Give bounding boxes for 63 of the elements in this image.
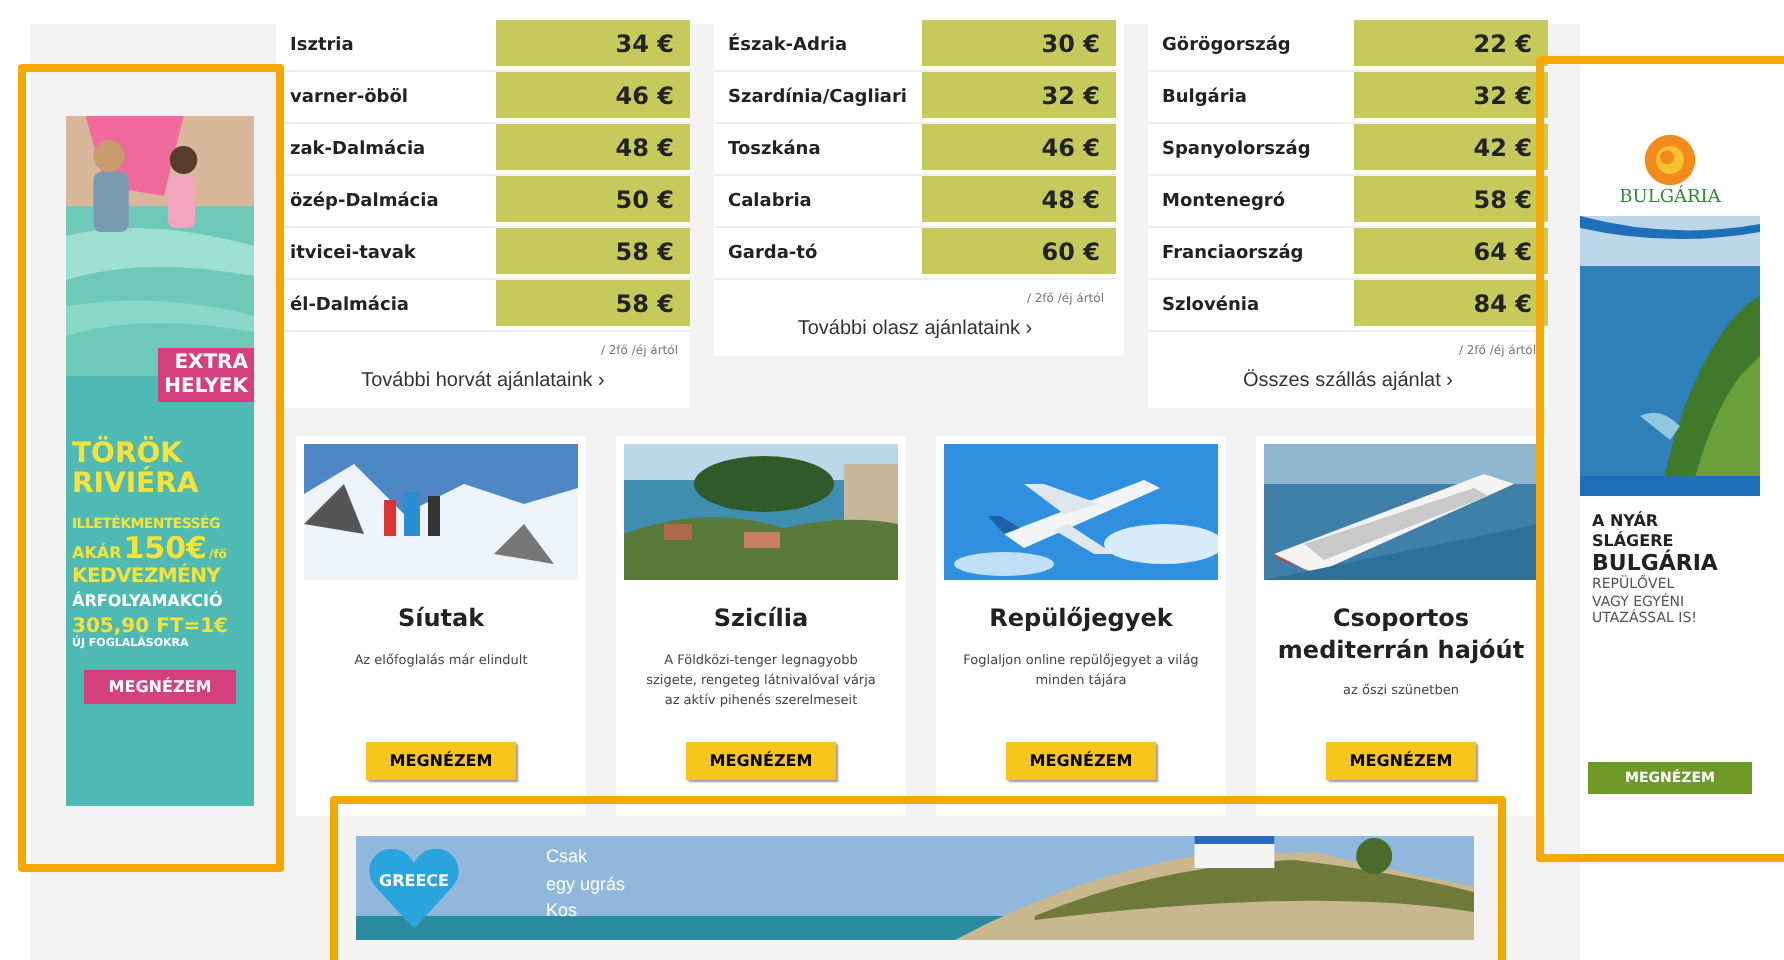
region-label[interactable]: Szardínia/Cagliari — [714, 72, 922, 122]
ad-text: A NYÁR — [1592, 512, 1661, 531]
region-label[interactable]: Spanyolország — [1148, 124, 1354, 174]
badge-text: GREECE — [379, 871, 449, 889]
card-title: Csoportos mediterrán hajóút — [1275, 604, 1527, 667]
region-label[interactable]: Isztria — [276, 20, 496, 70]
sun-icon — [1642, 132, 1698, 188]
price-cell: 50 € — [496, 176, 690, 226]
ad-headline: RIVIÉRA — [72, 470, 201, 502]
ad-tag-text: EXTRA — [174, 352, 248, 375]
banner-text: egy ugrás — [546, 871, 626, 898]
price-cell: 34 € — [496, 20, 690, 70]
region-label[interactable]: itvicei-tavak — [276, 228, 496, 278]
region-label[interactable]: Észak-Adria — [714, 20, 922, 70]
region-label[interactable]: Calabria — [714, 176, 922, 226]
card-title: Síutak — [397, 604, 485, 636]
price-cell: 30 € — [922, 20, 1116, 70]
region-label[interactable]: zak-Dalmácia — [276, 124, 496, 174]
more-offers-link[interactable]: Összes szállás ajánlat › — [1242, 370, 1454, 392]
price-cell: 60 € — [922, 228, 1116, 278]
price-cell: 64 € — [1354, 228, 1548, 278]
view-button[interactable]: MEGNÉZEM — [365, 742, 517, 780]
view-button[interactable]: MEGNÉZEM — [685, 742, 837, 780]
ad-text: ÁRFOLYAMAKCIÓ — [72, 593, 225, 612]
price-cell: 32 € — [1354, 72, 1548, 122]
ad-text: KEDVEZMÉNY — [72, 565, 223, 588]
ad-headline: BULGÁRIA — [1592, 550, 1720, 577]
region-label[interactable]: Toszkána — [714, 124, 922, 174]
region-label[interactable]: él-Dalmácia — [276, 280, 496, 330]
region-label[interactable]: varner-öböl — [276, 72, 496, 122]
price-cell: 58 € — [496, 280, 690, 330]
price-cell: 46 € — [496, 72, 690, 122]
region-label[interactable]: Szlovénia — [1148, 280, 1354, 330]
view-button[interactable]: MEGNÉZEM — [1325, 742, 1477, 780]
region-label[interactable]: Franciaország — [1148, 228, 1354, 278]
price-cell: 84 € — [1354, 280, 1548, 330]
price-cell: 48 € — [922, 176, 1116, 226]
banner-text: Csak — [546, 844, 590, 870]
card-title: Repülőjegyek — [989, 604, 1173, 636]
more-offers-link[interactable]: További olasz ajánlataink › — [797, 318, 1033, 340]
view-button[interactable]: MEGNÉZEM — [1005, 742, 1157, 780]
region-label[interactable]: Görögország — [1148, 20, 1354, 70]
price-cell: 22 € — [1354, 20, 1548, 70]
region-label[interactable]: Montenegró — [1148, 176, 1354, 226]
region-label[interactable]: özép-Dalmácia — [276, 176, 496, 226]
region-label[interactable]: Bulgária — [1148, 72, 1354, 122]
price-cell: 48 € — [496, 124, 690, 174]
banner-text: Kos — [546, 898, 580, 924]
logo-text: BULGÁRIA — [1619, 188, 1721, 208]
more-offers-link[interactable]: További horvát ajánlataink › — [361, 370, 605, 392]
price-cell: 42 € — [1354, 124, 1548, 174]
ad-rate: 305,90 FT=1€ — [72, 615, 231, 638]
card-title: Szicília — [713, 604, 809, 636]
ad-tag-text: HELYEK — [164, 375, 248, 398]
price-cell: 32 € — [922, 72, 1116, 122]
ad-text: SLÁGERE — [1592, 531, 1674, 550]
ad-button[interactable]: MEGNÉZEM — [84, 669, 236, 704]
price-cell: 46 € — [922, 124, 1116, 174]
ad-amount: 150€ — [123, 532, 207, 566]
price-cell: 58 € — [1354, 176, 1548, 226]
region-label[interactable]: Garda-tó — [714, 228, 922, 278]
ad-text: AKÁR — [72, 546, 122, 563]
price-cell: 58 € — [496, 228, 690, 278]
